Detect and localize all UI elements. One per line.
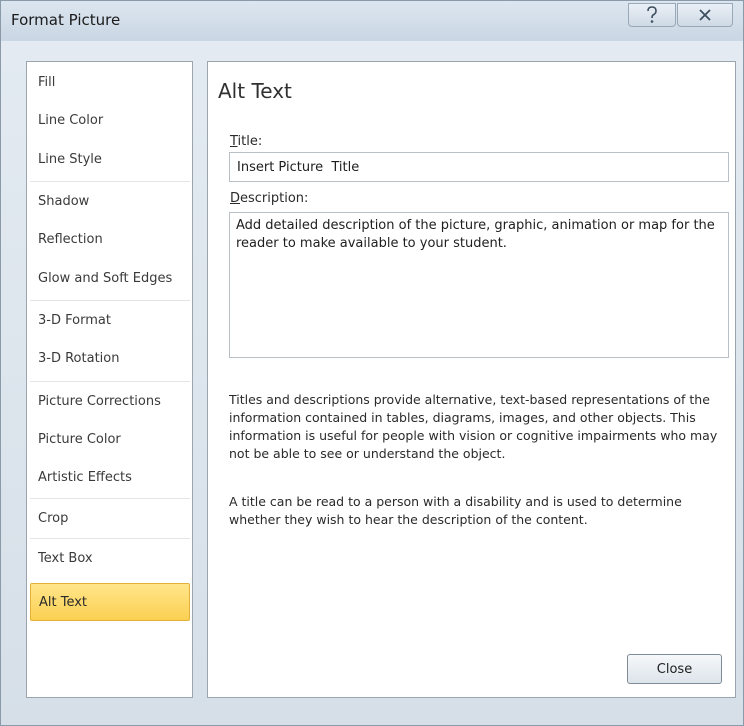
dialog-title: Format Picture <box>11 11 121 29</box>
window-close-button[interactable] <box>677 3 733 27</box>
group-divider <box>30 538 190 539</box>
sidebar-item-fill[interactable]: Fill <box>30 64 190 102</box>
description-label-accelerator: D <box>230 191 241 206</box>
group-divider <box>30 381 190 382</box>
sidebar-item-text-box[interactable]: Text Box <box>30 540 190 578</box>
help-paragraph: A title can be read to a person with a d… <box>229 494 682 527</box>
sidebar-item-artistic-effects[interactable]: Artistic Effects <box>30 459 190 497</box>
sidebar-item-3d-rotation[interactable]: 3-D Rotation <box>30 340 190 378</box>
sidebar-item-glow-and-soft-edges[interactable]: Glow and Soft Edges <box>30 260 190 298</box>
title-bar: Format Picture <box>1 1 743 41</box>
title-label-accelerator: T <box>230 134 238 149</box>
help-paragraph: Titles and descriptions provide alternat… <box>229 392 718 461</box>
group-divider <box>30 300 190 301</box>
sidebar-item-picture-color[interactable]: Picture Color <box>30 421 190 459</box>
format-picture-dialog: Format Picture Fill Line Color Line Styl… <box>0 0 744 726</box>
category-list: Fill Line Color Line Style Shadow Reflec… <box>26 61 193 698</box>
alt-text-panel: Alt Text Title: Description: Add detaile… <box>207 61 736 698</box>
sidebar-item-line-style[interactable]: Line Style <box>30 141 190 179</box>
sidebar-item-3d-format[interactable]: 3-D Format <box>30 302 190 340</box>
sidebar-item-line-color[interactable]: Line Color <box>30 102 190 140</box>
group-divider <box>30 181 190 182</box>
sidebar-item-reflection[interactable]: Reflection <box>30 221 190 259</box>
help-button[interactable] <box>628 3 676 27</box>
title-label-text: itle: <box>237 134 263 149</box>
close-x-icon <box>699 9 711 21</box>
sidebar-item-shadow[interactable]: Shadow <box>30 183 190 221</box>
help-question-icon <box>647 6 657 23</box>
sidebar-item-crop[interactable]: Crop <box>30 500 190 538</box>
close-button[interactable]: Close <box>627 654 722 684</box>
description-field-label: Description: <box>230 191 308 206</box>
sidebar-item-picture-corrections[interactable]: Picture Corrections <box>30 383 190 421</box>
title-input[interactable] <box>229 152 729 182</box>
title-field-label: Title: <box>230 134 262 149</box>
sidebar-item-alt-text[interactable]: Alt Text <box>30 583 190 621</box>
description-label-text: escription: <box>240 191 309 206</box>
page-title: Alt Text <box>218 79 292 103</box>
description-input[interactable]: Add detailed description of the picture,… <box>229 212 729 358</box>
group-divider <box>30 498 190 499</box>
